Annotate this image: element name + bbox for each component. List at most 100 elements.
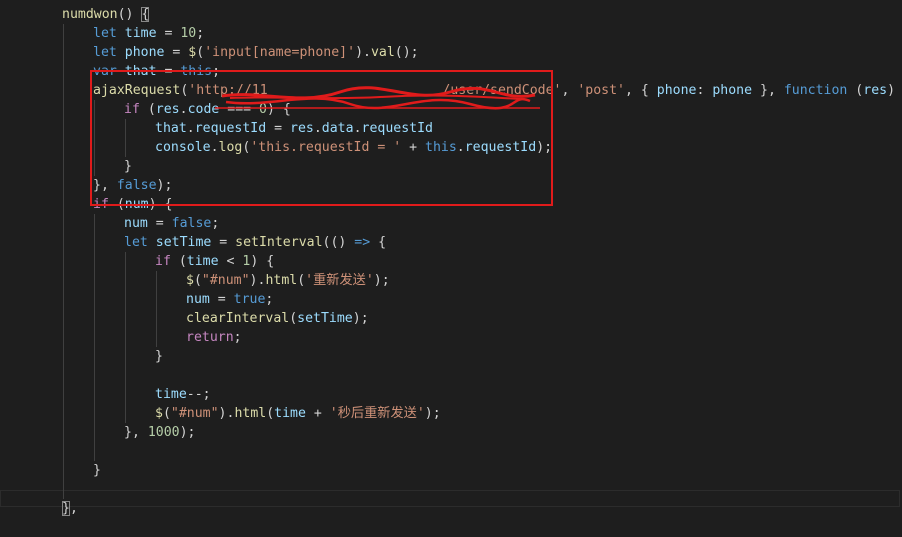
code-token: ===	[219, 102, 260, 117]
code-token: .	[313, 121, 322, 136]
code-line[interactable]: }	[0, 461, 902, 480]
code-token: (	[266, 406, 275, 421]
indent-guide	[94, 100, 95, 119]
code-line[interactable]: if (num) {	[0, 195, 902, 214]
indent-guide	[63, 43, 64, 62]
code-token: <	[218, 254, 243, 269]
indent-guide	[63, 233, 64, 252]
code-line[interactable]: if (res.code === 0) {	[0, 100, 902, 119]
code-token: html	[265, 273, 298, 288]
code-editor[interactable]: numdwon() {let time = 10; let phone = $('…	[0, 0, 902, 533]
indent-guide	[125, 119, 126, 138]
code-token: time	[274, 406, 306, 421]
code-line[interactable]	[0, 366, 902, 385]
code-token: ) {	[266, 102, 291, 117]
code-token: =	[266, 121, 291, 136]
code-token: setInterval	[235, 235, 323, 250]
code-token: '重新发送'	[305, 273, 374, 288]
code-line[interactable]: num = false;	[0, 214, 902, 233]
code-text: that.requestId = res.data.requestId	[155, 119, 433, 138]
indent-guide	[63, 461, 64, 480]
indent-guide	[94, 290, 95, 309]
indent-guide	[94, 233, 95, 252]
code-token: },	[752, 83, 784, 98]
code-token: },	[93, 178, 117, 193]
code-line[interactable]: var that = this;	[0, 62, 902, 81]
code-token: time	[155, 387, 187, 402]
indent-guide	[156, 290, 157, 309]
code-token: :	[696, 83, 713, 98]
code-token: ).	[218, 406, 235, 421]
code-line[interactable]	[0, 480, 902, 499]
code-text: $("#num").html(time + '秒后重新发送');	[155, 404, 441, 423]
indent-guide	[63, 404, 64, 423]
code-token: ,	[561, 83, 578, 98]
code-line[interactable]: let phone = $('input[name=phone]').val()…	[0, 43, 902, 62]
code-line[interactable]: }, false);	[0, 176, 902, 195]
code-token: );	[373, 273, 390, 288]
code-token: if	[155, 254, 171, 269]
code-token: ;	[211, 216, 220, 231]
indent-guide	[63, 138, 64, 157]
code-token: =	[211, 235, 236, 250]
code-token: let	[93, 26, 125, 41]
code-token: log	[218, 140, 243, 155]
code-token: requestId	[361, 121, 433, 136]
indent-guide	[63, 480, 64, 499]
code-text: }, 1000);	[124, 423, 195, 442]
indent-guide	[63, 271, 64, 290]
code-line[interactable]: }	[0, 157, 902, 176]
code-token: $	[155, 406, 163, 421]
code-line[interactable]: $("#num").html('重新发送');	[0, 271, 902, 290]
code-line[interactable]: }	[0, 347, 902, 366]
code-token: res	[863, 83, 888, 98]
indent-guide	[63, 81, 64, 100]
indent-guide	[125, 347, 126, 366]
code-token: (	[196, 45, 205, 60]
code-line[interactable]: numdwon() {	[0, 5, 902, 24]
code-line[interactable]: }, 1000);	[0, 423, 902, 442]
code-line[interactable]: return;	[0, 328, 902, 347]
code-token: ajaxRequest	[93, 83, 181, 98]
indent-guide	[94, 309, 95, 328]
code-line[interactable]: num = true;	[0, 290, 902, 309]
code-token: );	[352, 311, 369, 326]
code-line[interactable]: if (time < 1) {	[0, 252, 902, 271]
code-token: 'input[name=phone]'	[204, 45, 356, 60]
code-token: 'post'	[577, 83, 625, 98]
code-line[interactable]: $("#num").html(time + '秒后重新发送');	[0, 404, 902, 423]
code-text: ajaxRequest ('http://11 /user/sendCode' , …	[93, 81, 902, 100]
code-text: console.log('this.requestId = ' + this.r…	[155, 138, 552, 157]
code-line[interactable]: clearInterval(setTime);	[0, 309, 902, 328]
code-token: }	[155, 349, 163, 364]
code-line[interactable]: let setTime = setInterval(() => {	[0, 233, 902, 252]
code-line[interactable]: console.log('this.requestId = ' + this.r…	[0, 138, 902, 157]
code-token: num	[124, 216, 148, 231]
code-text: clearInterval(setTime);	[186, 309, 369, 328]
code-token: ()	[117, 7, 142, 22]
code-token: let	[124, 235, 156, 250]
code-token: "#num"	[170, 406, 219, 421]
code-line[interactable]	[0, 518, 902, 537]
code-line[interactable]: let time = 10;	[0, 24, 902, 43]
indent-guide	[63, 442, 64, 461]
code-line[interactable]: ajaxRequest ('http://11 /user/sendCode' , …	[0, 81, 902, 100]
indent-guide	[125, 328, 126, 347]
code-line[interactable]: that.requestId = res.data.requestId	[0, 119, 902, 138]
code-token: ();	[394, 45, 419, 60]
code-token: ;	[212, 64, 221, 79]
code-text: let phone = $('input[name=phone]').val()…	[93, 43, 419, 62]
code-line[interactable]	[0, 442, 902, 461]
code-line[interactable]: },	[0, 499, 902, 518]
indent-guide	[125, 271, 126, 290]
code-line[interactable]: time--;	[0, 385, 902, 404]
indent-guide	[125, 366, 126, 385]
code-text: $("#num").html('重新发送');	[186, 271, 390, 290]
code-token: ;	[233, 330, 242, 345]
code-text: num = true;	[186, 290, 273, 309]
code-token: +	[305, 406, 330, 421]
code-token: phone	[124, 45, 165, 60]
code-token: .	[179, 102, 188, 117]
indent-guide	[63, 347, 64, 366]
code-text: }	[124, 157, 132, 176]
